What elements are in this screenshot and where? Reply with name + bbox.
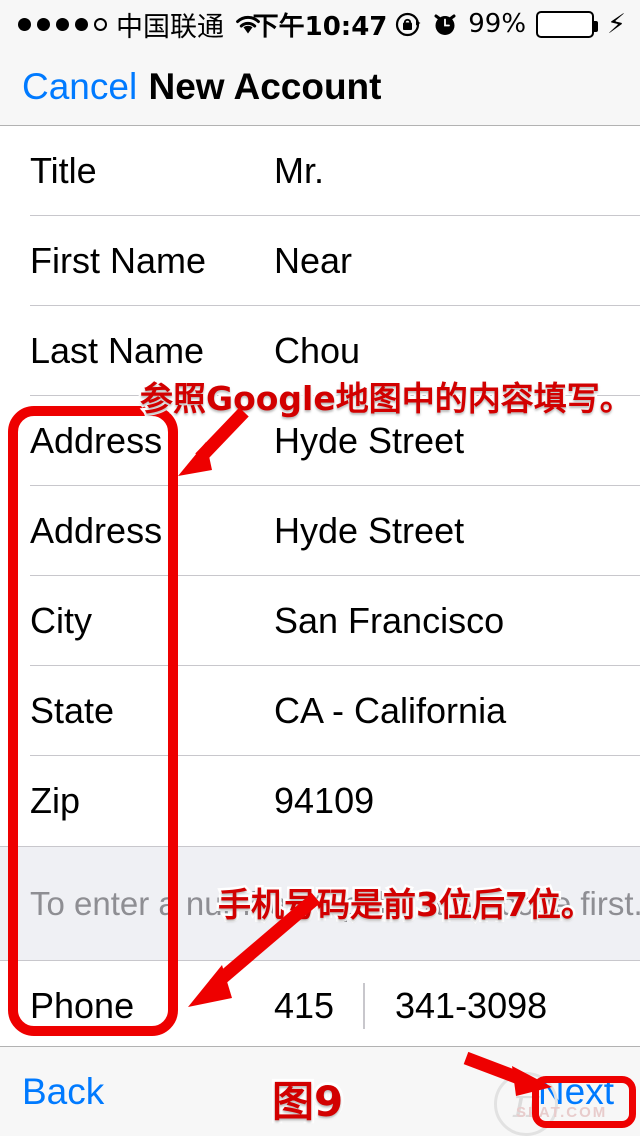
row-value[interactable]: Chou: [274, 330, 360, 372]
battery-nub: [593, 20, 599, 32]
phone-area-code-field[interactable]: 415: [274, 985, 334, 1027]
alarm-clock-icon: [432, 11, 458, 37]
row-value[interactable]: Hyde Street: [274, 420, 464, 462]
battery-percent-label: 99%: [468, 9, 527, 39]
row-label: Address: [30, 420, 163, 461]
table-row-city[interactable]: City San Francisco: [0, 576, 640, 666]
watermark-text: SPAT.COM: [516, 1104, 608, 1121]
table-row-last-name[interactable]: Last Name Chou: [0, 306, 640, 396]
status-bar-right: 99% ⚡: [395, 0, 626, 48]
row-value[interactable]: 94109: [274, 780, 374, 822]
row-value[interactable]: Near: [274, 240, 352, 282]
phone-screen: 中国联通 下午10:47 99% ⚡ Cancel New Account Ti…: [0, 0, 640, 1136]
navigation-bar: Cancel New Account: [0, 48, 640, 126]
table-row-phone[interactable]: Phone 415 341-3098: [0, 961, 640, 1051]
row-value[interactable]: CA - California: [274, 690, 506, 732]
table-row-zip[interactable]: Zip 94109: [0, 756, 640, 846]
back-button[interactable]: Back: [22, 1071, 104, 1113]
row-label: State: [30, 690, 115, 731]
phone-hint-text: To enter a number, tap the area code fir…: [30, 884, 640, 922]
battery-icon: [536, 10, 599, 38]
table-row-first-name[interactable]: First Name Near: [0, 216, 640, 306]
phone-hint-section: To enter a number, tap the area code fir…: [0, 846, 640, 961]
row-label: Address: [30, 510, 163, 551]
row-label: Last Name: [30, 330, 205, 371]
row-label: Title: [30, 150, 97, 191]
status-bar: 中国联通 下午10:47 99% ⚡: [0, 0, 640, 48]
table-row-state[interactable]: State CA - California: [0, 666, 640, 756]
row-label: First Name: [30, 240, 207, 281]
row-label: Zip: [30, 780, 81, 821]
row-value[interactable]: Hyde Street: [274, 510, 464, 552]
rotation-lock-icon: [395, 11, 422, 38]
table-row-title[interactable]: Title Mr.: [0, 126, 640, 216]
lightning-bolt-icon: ⚡: [607, 8, 626, 39]
page-title: New Account: [148, 65, 382, 107]
phone-number-field[interactable]: 341-3098: [395, 985, 547, 1027]
row-label: Phone: [30, 985, 135, 1026]
row-value[interactable]: San Francisco: [274, 600, 504, 642]
phone-field-divider: [363, 983, 365, 1029]
new-account-form: Title Mr. First Name Near Last Name Chou…: [0, 126, 640, 1051]
row-value[interactable]: Mr.: [274, 150, 324, 192]
table-row-address-2[interactable]: Address Hyde Street: [0, 486, 640, 576]
row-label: City: [30, 600, 92, 641]
table-row-address-1[interactable]: Address Hyde Street: [0, 396, 640, 486]
